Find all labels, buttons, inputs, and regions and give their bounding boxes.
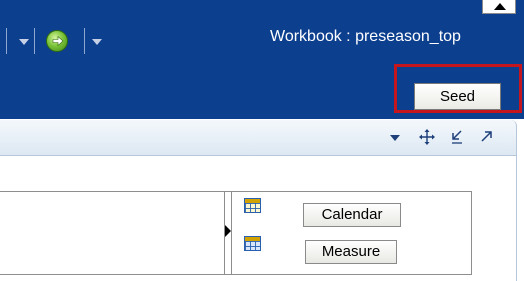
collapse-up-icon [494, 3, 506, 10]
go-icon[interactable] [46, 30, 68, 52]
panel-toolbar [0, 120, 517, 156]
menu-dropdown-icon[interactable] [390, 135, 400, 141]
toolbar-separator [6, 28, 7, 54]
toolbar-separator [34, 28, 35, 54]
seed-button[interactable]: Seed [414, 83, 501, 110]
calendar-grid-icon [244, 198, 261, 213]
dimension-area [0, 191, 472, 275]
minimize-icon[interactable] [449, 128, 465, 146]
go-arrow-icon [52, 35, 64, 47]
calendar-dimension-button[interactable]: Calendar [303, 203, 401, 227]
dropdown-arrow-icon[interactable] [19, 39, 29, 45]
measure-grid-icon [244, 236, 261, 251]
measure-dimension-button[interactable]: Measure [305, 240, 397, 264]
go-dropdown-arrow-icon[interactable] [92, 39, 102, 45]
move-icon[interactable] [418, 128, 436, 146]
workbook-title: Workbook : preseason_top [270, 28, 461, 45]
maximize-icon[interactable] [479, 128, 495, 144]
screen: Workbook : preseason_top Seed Calendar M… [0, 0, 524, 281]
collapse-header-button[interactable] [482, 0, 516, 14]
toolbar-separator [84, 28, 85, 54]
splitter-arrow-icon [225, 225, 231, 237]
